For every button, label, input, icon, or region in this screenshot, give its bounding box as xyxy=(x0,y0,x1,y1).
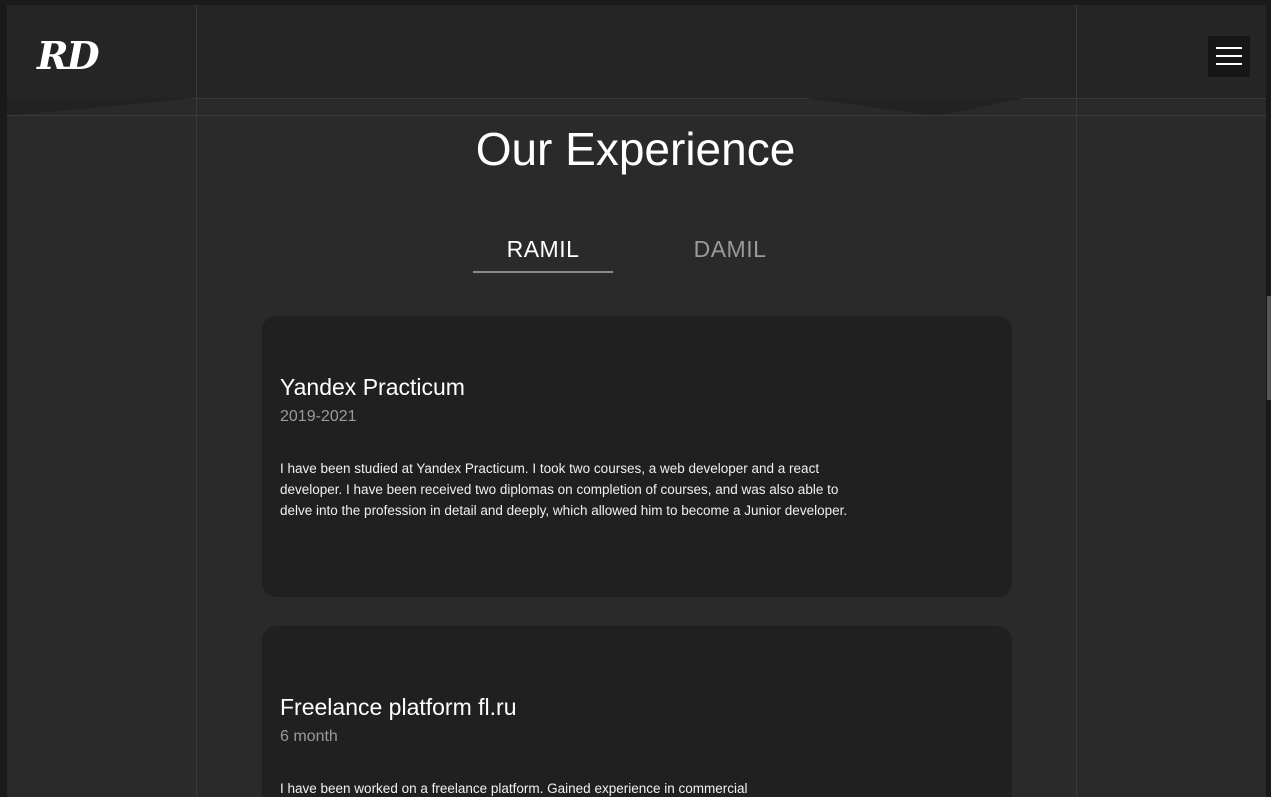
logo[interactable]: RD xyxy=(37,33,100,78)
experience-period: 6 month xyxy=(280,728,338,745)
tab-damil[interactable]: DAMIL xyxy=(660,236,800,263)
experience-description: I have been worked on a freelance platfo… xyxy=(280,781,748,796)
window-left-border xyxy=(0,0,7,797)
experience-description: I have been studied at Yandex Practicum.… xyxy=(280,461,848,518)
hamburger-icon-line xyxy=(1216,63,1242,65)
hamburger-icon-line xyxy=(1216,55,1242,57)
menu-button[interactable] xyxy=(1208,36,1250,77)
experience-card: Freelance platform fl.ru 6 month I have … xyxy=(262,626,1012,797)
section-title: Our Experience xyxy=(475,123,796,175)
hamburger-icon xyxy=(1216,47,1242,49)
experience-period: 2019-2021 xyxy=(280,408,357,425)
page: RD Our Experience RAMIL DAMIL Yandex Pra… xyxy=(0,0,1271,797)
tab-ramil[interactable]: RAMIL xyxy=(473,236,613,273)
header-wedge-right xyxy=(805,98,1025,116)
experience-title: Freelance platform fl.ru xyxy=(280,694,517,720)
experience-card: Yandex Practicum 2019-2021 I have been s… xyxy=(262,316,1012,597)
experience-title: Yandex Practicum xyxy=(280,374,465,400)
header-wedge-left xyxy=(7,98,197,116)
scrollbar-thumb[interactable] xyxy=(1267,296,1271,400)
